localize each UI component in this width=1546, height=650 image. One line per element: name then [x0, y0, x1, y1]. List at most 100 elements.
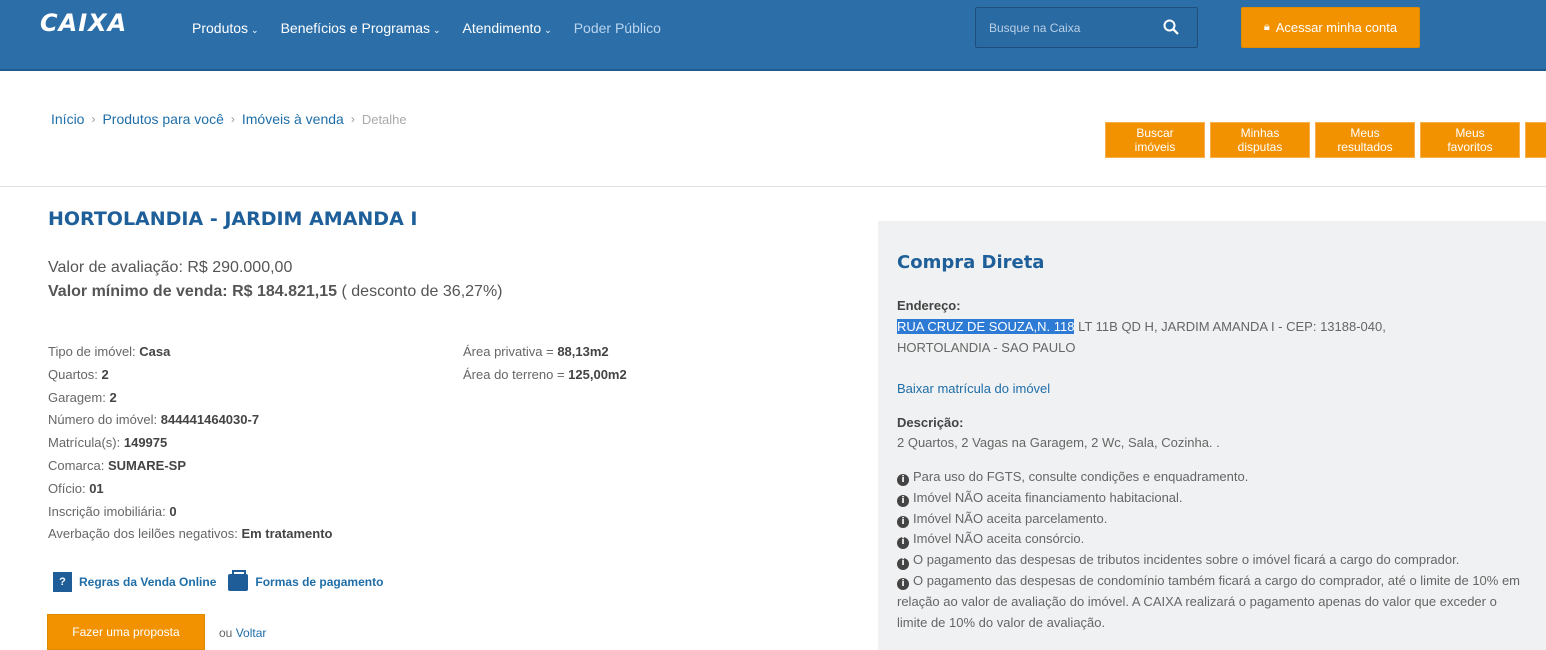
condition-text: Imóvel NÃO aceita parcelamento. [913, 510, 1108, 526]
caixa-logo[interactable]: CAIXA [40, 9, 127, 37]
purchase-panel: Compra Direta Endereço: RUA CRUZ DE SOUZ… [878, 221, 1546, 650]
back-text: ou Voltar [219, 626, 266, 640]
condition-text: O pagamento das despesas de condomínio t… [897, 572, 1521, 630]
detail-value: 0 [169, 503, 177, 519]
property-title: HORTOLANDIA - JARDIM AMANDA I [48, 208, 418, 230]
detail-row: Garagem: 2 [48, 387, 332, 410]
minimum-price-label: Valor mínimo de venda: [48, 283, 228, 300]
button-label-line1: Meus [1455, 126, 1485, 140]
info-icon: i [897, 536, 909, 549]
nav-label: Poder Público [573, 20, 661, 36]
area-label: Área privativa = [463, 344, 554, 359]
area-label: Área do terreno = [463, 366, 565, 382]
conditions-list: i Para uso do FGTS, consulte condições e … [897, 467, 1527, 633]
info-icon: i [897, 515, 909, 528]
search-icon[interactable] [1163, 19, 1179, 35]
condition-item: i Para uso do FGTS, consulte condições e … [897, 467, 1527, 488]
area-value: 125,00m2 [568, 366, 627, 382]
payment-link-label: Formas de pagamento [255, 575, 384, 589]
condition-item: i Imóvel NÃO aceita financiamento habitac… [897, 488, 1527, 509]
detail-label: Averbação dos leilões negativos: [48, 526, 238, 542]
condition-item: i O pagamento das despesas de tributos in… [897, 550, 1527, 571]
button-label-line2: disputas [1237, 140, 1283, 154]
make-offer-button[interactable]: Fazer uma proposta [47, 614, 205, 650]
button-label-line2: imóveis [1134, 140, 1176, 154]
question-icon: ? [53, 572, 72, 592]
detail-value: 2 [101, 366, 109, 382]
detail-label: Ofício: [48, 480, 86, 496]
button-label-line2: resultados [1337, 140, 1393, 154]
breadcrumb-imoveis[interactable]: Imóveis à venda [242, 111, 344, 127]
info-icon: i [897, 557, 909, 570]
detail-label: Garagem: [48, 389, 106, 405]
condition-text: Imóvel NÃO aceita financiamento habitaci… [913, 489, 1183, 505]
rules-link[interactable]: ? Regras da Venda Online [53, 572, 216, 592]
detail-row: Quartos: 2 [48, 364, 332, 387]
detail-row: Comarca: SUMARE-SP [48, 455, 332, 478]
detail-row: Matrícula(s): 149975 [48, 432, 332, 455]
address-text: RUA CRUZ DE SOUZA,N. 118 LT 11B QD H, JA… [897, 316, 1386, 358]
action-buttons: Buscar imóveis Minhas disputas Meus resulta… [1105, 122, 1546, 158]
detail-label: Matrícula(s): [48, 435, 121, 451]
detail-label: Tipo de imóvel: [48, 344, 136, 359]
info-icon: i [897, 495, 909, 508]
property-details: Tipo de imóvel: Casa Quartos: 2 Garagem:… [48, 341, 332, 546]
valuation-price: Valor de avaliação: R$ 290.000,00 [48, 259, 292, 277]
more-actions-button[interactable] [1525, 122, 1546, 158]
search-box [975, 7, 1198, 48]
condition-item: i Imóvel NÃO aceita consórcio. [897, 529, 1527, 550]
login-button[interactable]: 🔒︎ Acessar minha conta [1241, 7, 1420, 48]
top-header: CAIXA Produtos ⌄ Benefícios e Programas ⌄ … [0, 0, 1546, 71]
buscar-imoveis-button[interactable]: Buscar imóveis [1105, 122, 1205, 158]
button-label-line1: Meus [1350, 126, 1380, 140]
back-prefix: ou [219, 626, 233, 640]
condition-item: iO pagamento das despesas de condomínio … [897, 571, 1527, 633]
condition-item: i Imóvel NÃO aceita parcelamento. [897, 509, 1527, 530]
breadcrumb-current: Detalhe [361, 111, 407, 127]
chevron-down-icon: ⌄ [544, 25, 552, 35]
property-areas: Área privativa = 88,13m2 Área do terreno… [463, 341, 627, 387]
download-registration-link[interactable]: Baixar matrícula do imóvel [897, 381, 1050, 396]
valuation-value: R$ 290.000,00 [187, 259, 293, 276]
breadcrumb-separator: › [91, 112, 96, 126]
area-value: 88,13m2 [557, 344, 609, 359]
address-rest: LT 11B QD H, JARDIM AMANDA I - CEP: 1318… [1074, 319, 1386, 334]
condition-text: Para uso do FGTS, consulte condições e e… [913, 469, 1249, 484]
minimum-price: Valor mínimo de venda: R$ 184.821,15 ( d… [48, 283, 503, 301]
breadcrumb-produtos[interactable]: Produtos para você [102, 111, 223, 127]
detail-value: SUMARE-SP [107, 457, 186, 473]
info-links: ? Regras da Venda Online Formas de pagam… [53, 569, 395, 592]
nav-atendimento[interactable]: Atendimento ⌄ [463, 20, 552, 36]
detail-label: Comarca: [48, 457, 105, 473]
button-label-line1: Buscar [1136, 126, 1174, 140]
nav-label: Produtos [192, 20, 249, 36]
area-row: Área do terreno = 125,00m2 [463, 364, 627, 387]
back-link[interactable]: Voltar [236, 626, 267, 640]
breadcrumb-separator: › [230, 112, 235, 126]
detail-row: Tipo de imóvel: Casa [48, 341, 332, 364]
chevron-down-icon: ⌄ [433, 25, 441, 35]
nav-label: Benefícios e Programas [280, 20, 430, 36]
meus-resultados-button[interactable]: Meus resultados [1315, 122, 1415, 158]
breadcrumb-separator: › [350, 112, 355, 126]
meus-favoritos-button[interactable]: Meus favoritos [1420, 122, 1520, 158]
detail-label: Número do imóvel: [48, 412, 158, 428]
button-label-line1: Minhas [1240, 126, 1280, 140]
info-icon: i [897, 474, 909, 487]
payment-link[interactable]: Formas de pagamento [228, 569, 384, 591]
nav-poder-publico[interactable]: Poder Público [574, 20, 661, 36]
detail-value: 01 [89, 480, 104, 496]
lock-icon: 🔒︎ [1263, 21, 1270, 33]
search-input[interactable] [976, 8, 1156, 47]
nav-produtos[interactable]: Produtos ⌄ [192, 20, 259, 36]
download-row: Baixar matrícula do imóvel [897, 378, 1050, 399]
description-label: Descrição: [897, 415, 964, 430]
detail-row: Ofício: 01 [48, 478, 332, 501]
address-line2: HORTOLANDIA - SAO PAULO [897, 340, 1076, 355]
detail-value: 2 [109, 389, 117, 405]
button-label-line2: favoritos [1447, 140, 1493, 154]
detail-value: Casa [139, 344, 171, 359]
breadcrumb-inicio[interactable]: Início [51, 111, 84, 127]
nav-beneficios[interactable]: Benefícios e Programas ⌄ [281, 20, 441, 36]
minhas-disputas-button[interactable]: Minhas disputas [1210, 122, 1310, 158]
